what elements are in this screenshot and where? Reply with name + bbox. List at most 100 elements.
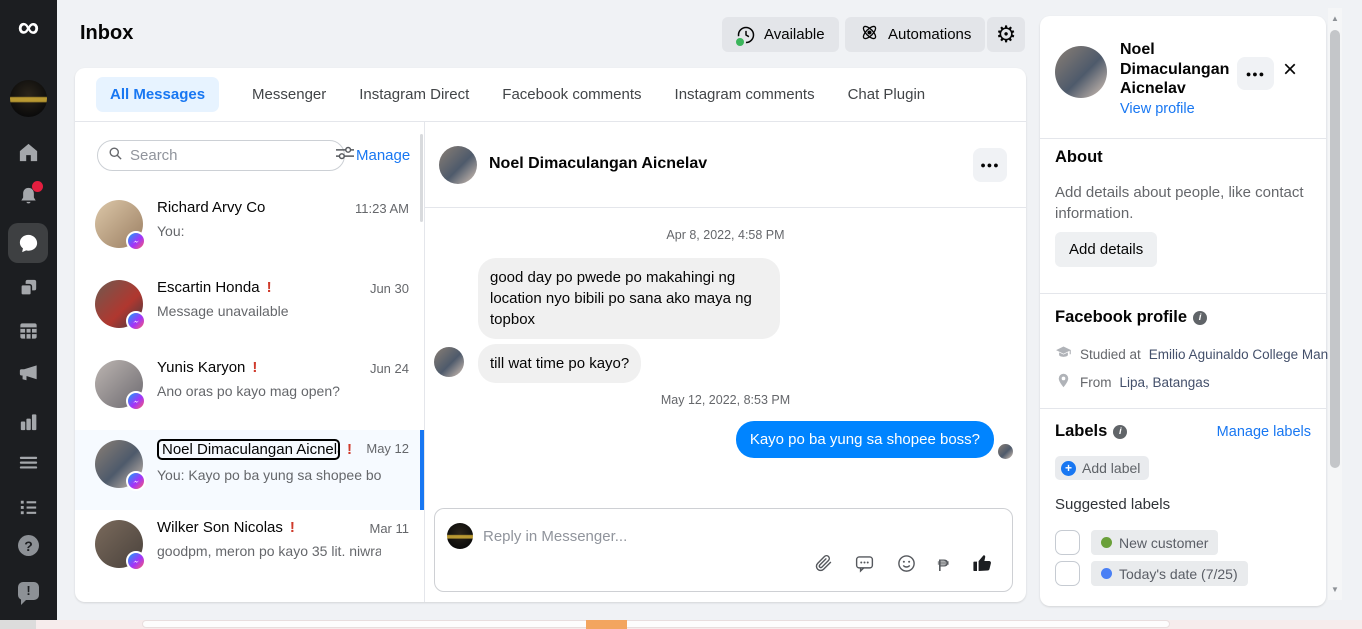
avatar <box>95 280 146 331</box>
message-sender-avatar <box>434 347 464 377</box>
page-title: Inbox <box>80 22 134 44</box>
date-separator: May 12, 2022, 8:53 PM <box>660 393 791 407</box>
conversation-time: 11:23 AM <box>355 201 409 216</box>
add-details-button[interactable]: Add details <box>1055 232 1158 267</box>
scrollbar-thumb[interactable] <box>1330 30 1340 468</box>
chat-pane: Noel Dimaculangan Aicnelav ●●● Apr 8, 20… <box>425 122 1026 602</box>
question-mark-glyph: ? <box>18 535 39 556</box>
tab-instagram-direct[interactable]: Instagram Direct <box>359 86 469 103</box>
conversation-row[interactable]: Wilker Son Nicolas! Mar 11 goodpm, meron… <box>75 510 424 590</box>
label-checkbox[interactable] <box>1055 561 1080 586</box>
page-avatar[interactable] <box>10 80 47 117</box>
feedback-icon[interactable]: ! <box>16 578 41 605</box>
contact-name: Escartin Honda <box>157 279 260 296</box>
label-name: Today's date (7/25) <box>1119 565 1238 582</box>
info-icon[interactable]: i <box>1193 310 1208 325</box>
view-profile-link[interactable]: View profile <box>1120 101 1195 117</box>
close-icon[interactable]: × <box>1283 58 1297 82</box>
tab-instagram-comments[interactable]: Instagram comments <box>675 86 815 103</box>
avatar <box>95 520 146 571</box>
panel-more-button[interactable]: ●●● <box>1237 57 1274 90</box>
tab-all-messages[interactable]: All Messages <box>96 77 220 112</box>
clock-icon <box>734 25 756 48</box>
chat-header: Noel Dimaculangan Aicnelav ●●● <box>425 122 1026 208</box>
availability-button[interactable]: Available <box>722 17 839 52</box>
posts-icon[interactable] <box>16 275 41 300</box>
list-scrollbar-thumb[interactable] <box>420 134 423 222</box>
composer-toolbar: ₱ <box>813 551 994 580</box>
flag-icon: ! <box>266 279 272 296</box>
conversation-snippet: You: Kayo po ba yung sa shopee boss? <box>157 467 381 483</box>
suggested-label-row: Today's date (7/25) <box>1055 561 1248 586</box>
manage-labels-link[interactable]: Manage labels <box>1217 424 1311 440</box>
scroll-down-icon[interactable]: ▼ <box>1328 585 1342 594</box>
insights-chart-icon[interactable] <box>16 409 41 434</box>
tab-facebook-comments[interactable]: Facebook comments <box>502 86 641 103</box>
inbox-card: All Messages Messenger Instagram Direct … <box>75 68 1026 602</box>
suggested-label-row: New customer <box>1055 530 1219 555</box>
about-title-text: About <box>1055 148 1103 166</box>
label-chip[interactable]: Today's date (7/25) <box>1091 561 1248 586</box>
search-box[interactable] <box>97 140 354 171</box>
automations-button[interactable]: Automations <box>845 17 986 52</box>
conversation-row[interactable]: Richard Arvy Co 11:23 AM You: <box>75 190 424 270</box>
avatar <box>95 440 146 491</box>
left-navigation-rail: ∞ ? ! <box>0 0 57 620</box>
tab-messenger[interactable]: Messenger <box>252 86 326 103</box>
messenger-badge-icon <box>126 551 146 571</box>
automations-icon <box>859 22 880 47</box>
saved-replies-icon[interactable] <box>854 553 875 579</box>
conversation-row[interactable]: ! <box>75 590 424 602</box>
divider <box>1040 138 1326 139</box>
settings-button[interactable]: ⚙ <box>987 17 1025 52</box>
labels-section-title: Labels i <box>1055 422 1128 441</box>
all-tools-menu-icon[interactable] <box>16 450 41 475</box>
notifications-bell-icon[interactable] <box>16 181 43 209</box>
manage-link[interactable]: Manage <box>356 147 410 164</box>
tab-chat-plugin[interactable]: Chat Plugin <box>848 86 926 103</box>
help-icon[interactable]: ? <box>16 533 41 558</box>
gear-icon: ⚙ <box>995 21 1017 47</box>
label-name: New customer <box>1119 534 1209 551</box>
label-chip[interactable]: New customer <box>1091 530 1219 555</box>
chat-more-button[interactable]: ●●● <box>973 148 1007 182</box>
tasks-list-icon[interactable] <box>16 494 41 519</box>
info-icon[interactable]: i <box>1113 424 1128 439</box>
planner-calendar-icon[interactable] <box>16 318 41 343</box>
emoji-smiley-icon[interactable] <box>896 553 917 579</box>
conversation-row-selected[interactable]: Noel Dimaculangan Aicnelav! May 12 You: … <box>75 430 424 510</box>
home-icon[interactable] <box>16 140 41 165</box>
sidebar-item-inbox-selected[interactable] <box>8 223 48 263</box>
label-color-dot <box>1101 537 1112 548</box>
panel-scrollbar[interactable]: ▲ ▼ <box>1328 8 1342 600</box>
search-input[interactable] <box>130 147 329 164</box>
conversation-row[interactable]: Yunis Karyon! Jun 24 Ano oras po kayo ma… <box>75 350 424 430</box>
reply-composer[interactable]: ₱ <box>434 508 1013 592</box>
exclamation-bubble-glyph: ! <box>18 581 39 605</box>
reply-input[interactable] <box>483 523 883 549</box>
contact-name: Yunis Karyon <box>157 359 246 376</box>
label-checkbox[interactable] <box>1055 530 1080 555</box>
facebook-profile-title-text: Facebook profile <box>1055 308 1188 326</box>
attachment-paperclip-icon[interactable] <box>813 553 833 578</box>
messenger-badge-icon <box>126 311 146 331</box>
thumbs-up-like-icon[interactable] <box>970 551 994 580</box>
channel-tabs: All Messages Messenger Instagram Direct … <box>75 68 1026 122</box>
conversation-row[interactable]: Escartin Honda! Jun 30 Message unavailab… <box>75 270 424 350</box>
about-description: Add details about people, like contact i… <box>1055 184 1304 222</box>
filter-sliders-icon[interactable] <box>336 146 354 165</box>
ads-megaphone-icon[interactable] <box>16 360 41 385</box>
incoming-message-bubble: good day po pwede po makahingi ng locati… <box>478 258 780 339</box>
horizontal-scrollbar-thumb[interactable] <box>142 620 1170 628</box>
conversation-time: Jun 24 <box>369 361 409 376</box>
add-label-text: Add label <box>1082 460 1141 476</box>
outgoing-message-bubble: Kayo po ba yung sa shopee boss? <box>735 421 994 458</box>
add-label-button[interactable]: + Add label <box>1055 456 1150 480</box>
scroll-up-icon[interactable]: ▲ <box>1328 14 1342 23</box>
conversation-snippet: Ano oras po kayo mag open? <box>157 383 340 399</box>
contact-name: Richard Arvy Co <box>157 199 266 216</box>
payment-peso-icon[interactable]: ₱ <box>938 556 949 576</box>
flag-icon: ! <box>275 599 280 602</box>
studied-at-row: Studied at Emilio Aguinaldo College Mani… <box>1055 344 1342 364</box>
conversation-snippet: Message unavailable <box>157 303 289 319</box>
